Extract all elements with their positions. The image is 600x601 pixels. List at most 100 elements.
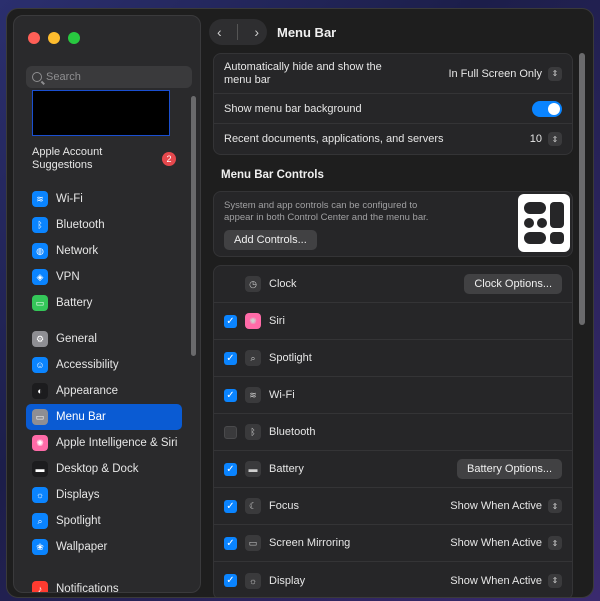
- apple-account-card[interactable]: [32, 90, 170, 136]
- control-checkbox[interactable]: ✓: [224, 536, 237, 550]
- sidebar-item-apple-intelligence-siri[interactable]: ✺ Apple Intelligence & Siri: [26, 430, 182, 456]
- sidebar-item-general[interactable]: ⚙ General: [26, 326, 182, 352]
- control-label: Wi-Fi: [269, 389, 295, 401]
- gear-icon: ⚙: [32, 331, 48, 347]
- sidebar-item-battery[interactable]: ▭ Battery: [26, 290, 182, 316]
- sidebar-item-appearance[interactable]: ◐ Appearance: [26, 378, 182, 404]
- control-checkbox[interactable]: ✓: [224, 574, 237, 587]
- sidebar-item-displays[interactable]: ☼ Displays: [26, 482, 182, 508]
- control-row-battery: ✓ ▬ Battery Battery Options...: [214, 451, 572, 488]
- chevron-updown-icon: ⇕: [548, 132, 562, 146]
- control-visibility-popup[interactable]: Show When Active ⇕: [450, 499, 562, 513]
- control-checkbox[interactable]: ✓: [224, 388, 237, 402]
- back-button[interactable]: ‹: [217, 24, 222, 40]
- sidebar-item-label: Apple Intelligence & Siri: [56, 437, 178, 449]
- control-visibility-popup[interactable]: Show When Active ⇕: [450, 573, 562, 588]
- sidebar-item-bluetooth[interactable]: ᛒ Bluetooth: [26, 212, 182, 238]
- menu-bar-settings-group: Automatically hide and show the menu bar…: [213, 53, 573, 155]
- apple-account-suggestions[interactable]: Apple Account Suggestions: [32, 146, 152, 172]
- divider: [237, 24, 239, 40]
- sidebar-item-network[interactable]: ◍ Network: [26, 238, 182, 264]
- settings-window: Search Apple Account Suggestions 2 ≋ Wi-F…: [6, 8, 594, 598]
- show-background-row: Show menu bar background: [214, 94, 572, 124]
- control-visibility-popup[interactable]: Show When Active ⇕: [450, 536, 562, 550]
- clock-icon: ◷: [245, 276, 261, 292]
- control-checkbox[interactable]: ✓: [224, 314, 237, 328]
- control-row-left: ◷ Clock: [224, 276, 464, 292]
- control-row-display: ✓ ☼ Display Show When Active ⇕: [214, 562, 572, 597]
- focus-icon: ☾: [245, 498, 261, 514]
- sidebar-item-wallpaper[interactable]: ❀ Wallpaper: [26, 534, 182, 560]
- sidebar-item-label: General: [56, 333, 97, 345]
- sidebar-item-label: Accessibility: [56, 359, 119, 371]
- control-row-bluetooth: ᛒ Bluetooth: [214, 414, 572, 451]
- history-nav: ‹ ›: [209, 19, 267, 45]
- search-input[interactable]: Search: [26, 66, 192, 88]
- control-checkbox[interactable]: ✓: [224, 499, 237, 513]
- control-label: Siri: [269, 315, 285, 327]
- add-controls-button[interactable]: Add Controls...: [224, 230, 317, 250]
- chevron-updown-icon: ⇕: [548, 573, 562, 588]
- sidebar-item-accessibility[interactable]: ☺ Accessibility: [26, 352, 182, 378]
- siri-icon: ✺: [32, 435, 48, 451]
- sidebar-item-desktop-dock[interactable]: ▬ Desktop & Dock: [26, 456, 182, 482]
- control-label: Bluetooth: [269, 426, 316, 438]
- control-options-button[interactable]: Battery Options...: [457, 459, 562, 479]
- recent-items-popup[interactable]: 10 ⇕: [530, 132, 562, 146]
- search-icon: [32, 72, 42, 82]
- controls-section-title: Menu Bar Controls: [221, 169, 324, 181]
- control-label: Display: [269, 574, 306, 587]
- control-center-illustration-icon: [518, 194, 570, 252]
- screen-mirroring-icon: ▭: [245, 535, 261, 551]
- control-row-siri: ✓ ✺ Siri: [214, 303, 572, 340]
- auto-hide-value: In Full Screen Only: [448, 67, 542, 80]
- sidebar: Search Apple Account Suggestions 2 ≋ Wi-F…: [13, 15, 201, 593]
- sidebar-item-label: Desktop & Dock: [56, 463, 139, 475]
- control-row-left: ✓ ▬ Battery: [224, 461, 457, 477]
- toolbar: ‹ › Menu Bar: [203, 15, 589, 51]
- sidebar-item-label: Spotlight: [56, 515, 101, 527]
- siri-icon: ✺: [245, 313, 261, 329]
- control-checkbox[interactable]: [224, 425, 237, 439]
- content-scrollbar[interactable]: [579, 53, 585, 325]
- bluetooth-icon: ᛒ: [32, 217, 48, 233]
- auto-hide-row: Automatically hide and show the menu bar…: [214, 54, 572, 94]
- control-label: Battery: [269, 463, 304, 475]
- sidebar-nav-network: ≋ Wi-Fi ᛒ Bluetooth ◍ Network ◈ VPN ▭ Battery: [26, 186, 182, 316]
- control-checkbox[interactable]: ✓: [224, 351, 237, 365]
- show-background-toggle[interactable]: [532, 100, 562, 117]
- battery-icon: ▬: [245, 461, 261, 477]
- sidebar-nav-notifications: ♪ Notifications: [26, 576, 182, 592]
- control-visibility-value: Show When Active: [450, 537, 542, 549]
- control-row-left: ✓ ☼ Display: [224, 572, 450, 589]
- appearance-icon: ◐: [32, 383, 48, 399]
- minimize-button[interactable]: [48, 32, 60, 44]
- control-row-left: ✓ ≋ Wi-Fi: [224, 387, 562, 403]
- displays-icon: ☼: [32, 487, 48, 503]
- sidebar-item-label: Appearance: [56, 385, 119, 397]
- wallpaper-icon: ❀: [32, 539, 48, 555]
- forward-button[interactable]: ›: [254, 24, 259, 40]
- sidebar-item-wi-fi[interactable]: ≋ Wi-Fi: [26, 186, 182, 212]
- zoom-button[interactable]: [68, 32, 80, 44]
- control-label: Focus: [269, 500, 299, 512]
- auto-hide-popup[interactable]: In Full Screen Only ⇕: [448, 66, 562, 81]
- show-background-label: Show menu bar background: [224, 102, 362, 115]
- control-checkbox[interactable]: ✓: [224, 462, 237, 476]
- sidebar-scrollbar[interactable]: [191, 96, 196, 356]
- control-options-button[interactable]: Clock Options...: [464, 274, 562, 294]
- network-icon: ◍: [32, 243, 48, 259]
- sidebar-item-label: Displays: [56, 489, 100, 501]
- control-label: Spotlight: [269, 352, 312, 364]
- suggestions-badge: 2: [162, 152, 176, 166]
- window-controls: [28, 32, 80, 44]
- sidebar-item-menu-bar[interactable]: ▭ Menu Bar: [26, 404, 182, 430]
- sidebar-item-vpn[interactable]: ◈ VPN: [26, 264, 182, 290]
- control-visibility-value: Show When Active: [450, 500, 542, 512]
- sidebar-item-spotlight[interactable]: ⌕ Spotlight: [26, 508, 182, 534]
- close-button[interactable]: [28, 32, 40, 44]
- settings-content: Automatically hide and show the menu bar…: [213, 53, 573, 597]
- control-row-left: ✓ ⌕ Spotlight: [224, 350, 562, 366]
- sidebar-nav-system: ⚙ General ☺ Accessibility ◐ Appearance ▭ Menu B…: [26, 326, 182, 560]
- sidebar-item-notifications[interactable]: ♪ Notifications: [26, 576, 182, 592]
